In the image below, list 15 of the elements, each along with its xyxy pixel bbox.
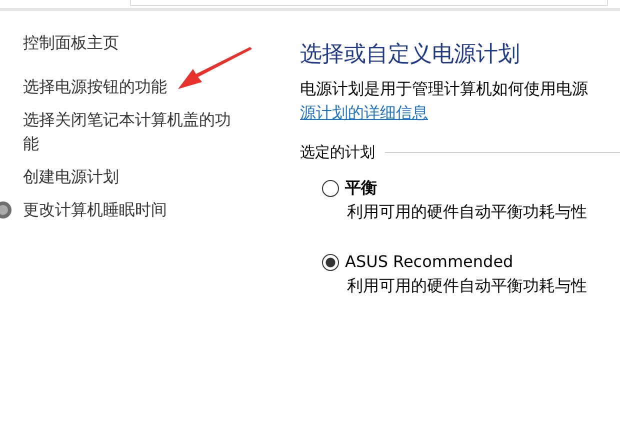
sidebar-link[interactable]: 创建电源计划 — [23, 165, 119, 189]
details-link[interactable]: 源计划的详细信息 — [300, 103, 428, 122]
plan-description: 利用可用的硬件自动平衡功耗与性 — [346, 201, 588, 223]
description-text: 电源计划是用于管理计算机如何使用电源 — [300, 78, 589, 100]
page-title: 选择或自定义电源计划 — [300, 41, 521, 69]
plan-name: ASUS Recommended — [345, 251, 514, 273]
sidebar-link[interactable]: 控制面板主页 — [23, 31, 119, 55]
plan-description: 利用可用的硬件自动平衡功耗与性 — [346, 275, 588, 297]
sidebar-link[interactable]: 更改计算机睡眠时间 — [23, 198, 167, 222]
radio-button[interactable] — [322, 254, 339, 270]
radio-button[interactable] — [322, 180, 339, 196]
sidebar-link[interactable]: 选择电源按钮的功能 — [23, 75, 167, 99]
group-label: 选定的计划 — [300, 143, 375, 162]
sidebar-link[interactable]: 选择关闭笔记本计算机盖的功能 — [23, 108, 238, 156]
plan-name: 平衡 — [345, 177, 377, 199]
